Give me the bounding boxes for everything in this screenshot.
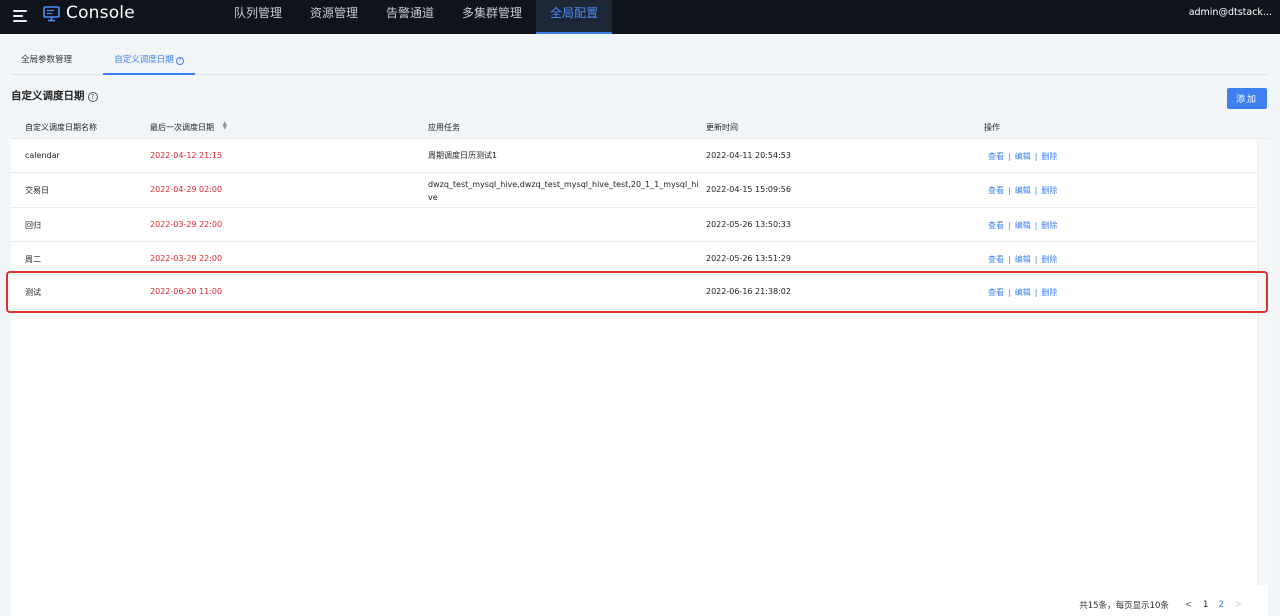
nav-alert-channel[interactable]: 告警通道	[372, 0, 448, 34]
edit-link[interactable]: 编辑	[1015, 221, 1031, 230]
row-name: 回归	[25, 221, 41, 230]
nav-global-config[interactable]: 全局配置	[536, 0, 613, 34]
row-highlight-box	[6, 271, 1268, 313]
table-scrollbar[interactable]	[1257, 139, 1268, 585]
table-header: 自定义调度日期名称 最后一次调度日期 ▲ ▼ 应用任务 更新时间 操作	[11, 116, 1268, 139]
add-button[interactable]: 添加	[1227, 88, 1267, 109]
delete-link[interactable]: 删除	[1041, 255, 1057, 264]
pagination-total: 共15条，每页显示10条	[1079, 601, 1169, 611]
prev-page-icon[interactable]: <	[1185, 600, 1192, 610]
sort-icon[interactable]: ▲ ▼	[223, 121, 229, 131]
row-updated: 2022-04-15 15:09:56	[706, 185, 791, 194]
column-header-name: 自定义调度日期名称	[25, 123, 97, 132]
section-title-text: 自定义调度日期	[11, 90, 85, 102]
edit-link[interactable]: 编辑	[1015, 186, 1031, 195]
tab-custom-schedule-date[interactable]: 自定义调度日期?	[103, 50, 195, 75]
page-1[interactable]: 1	[1203, 600, 1208, 610]
row-updated: 2022-05-26 13:50:33	[706, 220, 791, 229]
table-row: calendar 2022-04-12 21:15 周期调度日历测试1 2022…	[11, 139, 1257, 173]
monitor-icon	[43, 6, 60, 22]
table-row: 回归 2022-03-29 22:00 2022-05-26 13:50:33 …	[11, 208, 1257, 242]
nav-queue-management[interactable]: 队列管理	[220, 0, 296, 34]
help-icon[interactable]: ?	[87, 92, 98, 102]
nav-resource-management[interactable]: 资源管理	[296, 0, 372, 34]
page-2[interactable]: 2	[1218, 600, 1223, 610]
row-actions: 查看 | 编辑 | 删除	[988, 221, 1058, 230]
table-row: 交易日 2022-04-29 02:00 dwzq_test_mysql_hiv…	[11, 173, 1257, 208]
row-name: 周二	[25, 255, 41, 264]
user-account-menu[interactable]: admin@dtstack...	[1189, 0, 1272, 26]
app-title[interactable]: Console	[66, 3, 135, 23]
view-link[interactable]: 查看	[988, 152, 1004, 161]
config-tabs: 全局参数管理 自定义调度日期?	[11, 50, 1268, 75]
view-link[interactable]: 查看	[988, 186, 1004, 195]
row-name: 交易日	[25, 186, 49, 195]
column-header-task: 应用任务	[428, 123, 460, 132]
column-header-last-date[interactable]: 最后一次调度日期 ▲ ▼	[150, 116, 229, 139]
delete-link[interactable]: 删除	[1041, 221, 1057, 230]
help-icon[interactable]: ?	[175, 57, 184, 65]
menu-icon[interactable]	[13, 10, 27, 22]
schedule-date-table: 自定义调度日期名称 最后一次调度日期 ▲ ▼ 应用任务 更新时间 操作 calen…	[11, 116, 1268, 616]
next-page-icon[interactable]: >	[1235, 600, 1242, 610]
row-updated: 2022-04-11 20:54:53	[706, 151, 791, 160]
delete-link[interactable]: 删除	[1041, 186, 1057, 195]
row-last-date: 2022-04-29 02:00	[150, 185, 223, 194]
column-header-last-date-label: 最后一次调度日期	[150, 123, 214, 132]
row-actions: 查看 | 编辑 | 删除	[988, 255, 1058, 264]
row-last-date: 2022-04-12 21:15	[150, 151, 223, 160]
row-last-date: 2022-03-29 22:00	[150, 220, 223, 229]
edit-link[interactable]: 编辑	[1015, 255, 1031, 264]
edit-link[interactable]: 编辑	[1015, 152, 1031, 161]
row-task: dwzq_test_mysql_hive,dwzq_test_mysql_hiv…	[428, 180, 699, 202]
tab-global-params-label: 全局参数管理	[21, 55, 73, 65]
tab-custom-schedule-date-label: 自定义调度日期	[114, 55, 174, 65]
tab-global-params[interactable]: 全局参数管理	[21, 50, 72, 75]
delete-link[interactable]: 删除	[1041, 152, 1057, 161]
top-bar: Console 队列管理 资源管理 告警通道 多集群管理 全局配置 admin@…	[0, 0, 1280, 34]
row-actions: 查看 | 编辑 | 删除	[988, 186, 1058, 195]
nav-multi-cluster-management[interactable]: 多集群管理	[448, 0, 536, 34]
row-last-date: 2022-03-29 22:00	[150, 254, 223, 263]
main-nav: 队列管理 资源管理 告警通道 多集群管理 全局配置	[220, 0, 613, 34]
section-title: 自定义调度日期?	[11, 88, 98, 103]
row-name: calendar	[25, 151, 60, 160]
row-task: 周期调度日历测试1	[428, 151, 498, 160]
column-header-actions: 操作	[984, 123, 1000, 132]
view-link[interactable]: 查看	[988, 221, 1004, 230]
pagination: 共15条，每页显示10条 < 1 2 >	[1079, 599, 1248, 611]
view-link[interactable]: 查看	[988, 255, 1004, 264]
row-actions: 查看 | 编辑 | 删除	[988, 152, 1058, 161]
row-updated: 2022-05-26 13:51:29	[706, 254, 791, 263]
column-header-updated: 更新时间	[706, 123, 738, 132]
